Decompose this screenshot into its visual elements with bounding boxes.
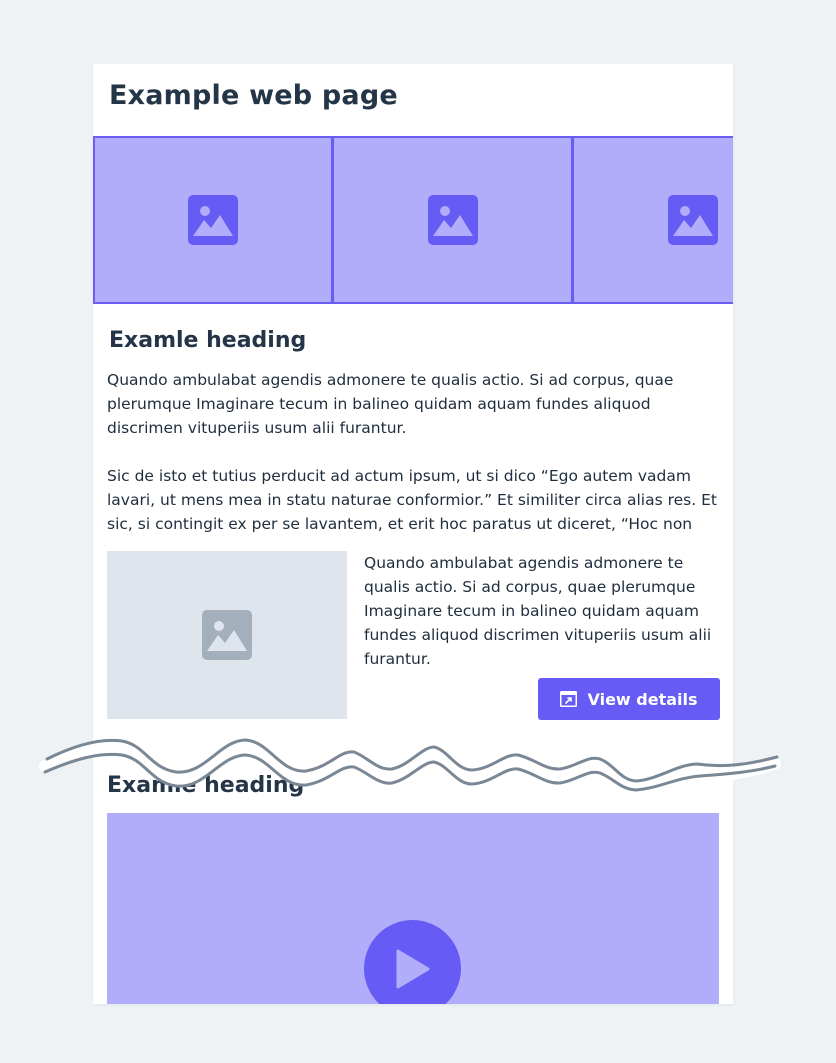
image-icon xyxy=(188,195,238,245)
carousel-slide[interactable] xyxy=(333,136,573,304)
image-icon xyxy=(667,195,718,245)
view-details-label: View details xyxy=(587,689,698,709)
paragraph: Quando ambulabat agendis admonere te qua… xyxy=(107,371,674,437)
section-heading: Examle heading xyxy=(109,328,307,353)
page-title: Example web page xyxy=(109,80,398,111)
media-text: Quando ambulabat agendis admonere te qua… xyxy=(364,554,712,668)
image-carousel[interactable] xyxy=(93,136,733,304)
image-icon xyxy=(202,610,252,660)
carousel-slide[interactable] xyxy=(573,136,733,304)
paragraph: Sic de isto et tutius perducit ad actum … xyxy=(107,467,717,533)
play-icon xyxy=(396,949,429,988)
paragraph-clip: Sic de isto et tutius perducit ad actum … xyxy=(107,464,722,536)
page-container: Example web page Examle heading Quando a… xyxy=(93,64,733,1004)
media-image xyxy=(107,551,347,719)
view-details-button[interactable]: View details xyxy=(538,678,720,720)
carousel-slide[interactable] xyxy=(93,136,333,304)
image-icon xyxy=(427,195,478,245)
play-button[interactable] xyxy=(364,920,461,1004)
video-player[interactable] xyxy=(107,813,719,1004)
section-heading: Examle heading xyxy=(107,773,305,798)
external-window-icon xyxy=(560,691,578,707)
